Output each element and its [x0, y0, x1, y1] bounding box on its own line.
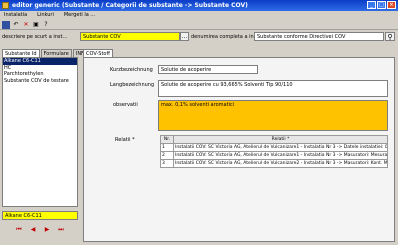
- row-number: 1: [160, 143, 174, 152]
- save-icon[interactable]: [2, 20, 10, 29]
- short-description-lookup-button[interactable]: …: [180, 32, 189, 41]
- relatii-label: Relatii *: [115, 137, 135, 143]
- column-header-nr: Nr.: [160, 135, 174, 144]
- relation-cell: Instalatii COV: SC Victoria AG, Atelieru…: [173, 159, 388, 168]
- kurzbezeichnung-field[interactable]: Solutie de acoperire: [158, 65, 258, 74]
- short-description-label: descriere pe scurt a inst...: [2, 34, 68, 40]
- window-title: editor generic (Substante / Categorii de…: [12, 2, 248, 9]
- last-record-button[interactable]: ⏭: [56, 225, 66, 234]
- print-icon[interactable]: ▣: [32, 21, 40, 29]
- short-description-field[interactable]: Substante COV: [80, 32, 180, 41]
- table-row[interactable]: 2 Instalatii COV: SC Victoria AG, Atelie…: [160, 151, 388, 160]
- langbezeichnung-label: Langbezeichnung: [110, 82, 155, 88]
- undo-icon[interactable]: ↶: [12, 21, 20, 29]
- record-navigation: ⏮ ◀ ▶ ⏭: [14, 225, 66, 234]
- relatii-table: Nr. Relatii * 1 Instalatii COV: SC Victo…: [160, 135, 388, 168]
- toolbar: ↶ ✕ ▣ ?: [0, 20, 398, 30]
- full-name-field[interactable]: Substante conforme Directivei COV: [254, 32, 384, 41]
- maximize-button[interactable]: □: [377, 1, 386, 9]
- substance-list: Alkane C6-C11 HC Parchtorethylen Substan…: [2, 57, 78, 207]
- delete-icon[interactable]: ✕: [22, 21, 30, 29]
- menu-mergeti-la[interactable]: Mergeti la ...: [64, 11, 95, 20]
- observatii-field[interactable]: max. 0,1% solventi aromatici: [158, 100, 388, 131]
- observatii-label: observatii: [113, 102, 138, 108]
- menu-linkuri[interactable]: Linkuri: [37, 11, 54, 20]
- list-item[interactable]: Substante COV de testare: [3, 78, 77, 85]
- help-icon[interactable]: ?: [42, 21, 50, 29]
- kurzbezeichnung-label: Kurzbezeichnung: [110, 67, 153, 73]
- column-header-relatii: Relatii *: [173, 135, 388, 144]
- menu-instalatia[interactable]: Instalatia: [4, 11, 27, 20]
- next-record-button[interactable]: ▶: [42, 225, 52, 234]
- relation-cell: Instalatii COV: SC Victoria AG, Atelieru…: [173, 143, 388, 152]
- relation-cell: Instalatii COV: SC Victoria AG, Atelieru…: [173, 151, 388, 160]
- table-row[interactable]: 3 Instalatii COV: SC Victoria AG, Atelie…: [160, 159, 388, 168]
- search-button[interactable]: ⚲: [385, 32, 395, 41]
- close-button[interactable]: ×: [387, 1, 396, 9]
- search-row: descriere pe scurt a inst... Substante C…: [0, 31, 398, 44]
- row-number: 2: [160, 151, 174, 160]
- app-icon: [2, 2, 9, 9]
- langbezeichnung-field[interactable]: Solutie de acoperire cu 93,665% Solventi…: [158, 80, 388, 97]
- table-row[interactable]: 1 Instalatii COV: SC Victoria AG, Atelie…: [160, 143, 388, 152]
- row-number: 3: [160, 159, 174, 168]
- menu-bar: Instalatia Linkuri Mergeti la ...: [0, 11, 398, 20]
- previous-record-button[interactable]: ◀: [28, 225, 38, 234]
- first-record-button[interactable]: ⏮: [14, 225, 24, 234]
- minimize-button[interactable]: _: [367, 1, 376, 9]
- full-name-label: denumirea completa a in...: [191, 34, 259, 40]
- selected-substance-field[interactable]: Alkane C6-C11: [2, 211, 78, 220]
- title-bar: editor generic (Substante / Categorii de…: [0, 0, 398, 11]
